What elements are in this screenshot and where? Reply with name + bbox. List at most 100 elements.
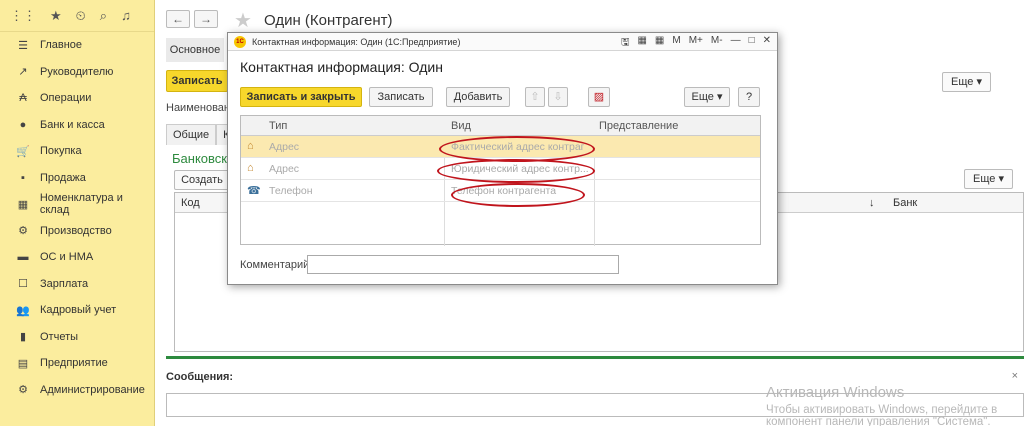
sidebar-item-label: Операции xyxy=(40,92,92,105)
sidebar-item-label: Предприятие xyxy=(40,357,108,370)
production-icon: ⚙ xyxy=(18,225,28,238)
dialog-window-title: Контактная информация: Один (1С:Предприя… xyxy=(252,36,461,47)
sidebar-item-label: Администрирование xyxy=(40,383,145,396)
dialog-titlebar: 1С Контактная информация: Один (1С:Предп… xyxy=(228,33,777,51)
maximize-icon[interactable]: □ xyxy=(749,35,755,52)
activation-line-1: Чтобы активировать Windows, перейдите в xyxy=(766,404,998,416)
add-button[interactable]: Добавить xyxy=(446,87,510,107)
1c-logo-icon: 1С xyxy=(234,35,246,48)
sidebar-item-operations[interactable]: ₳ Операции xyxy=(0,85,154,112)
memory-minus-icon[interactable]: M- xyxy=(711,35,723,52)
highlight-ellipse xyxy=(451,183,585,207)
sidebar: ⋮⋮ ★ ⏲ ⌕ ♫ ☰ Главное ↗ Руководителю ₳ Операци… xyxy=(0,0,155,426)
sidebar-item-salary[interactable]: ☐ Зарплата xyxy=(0,271,154,298)
col-type[interactable]: Тип xyxy=(269,120,287,132)
messages-label: Сообщения: xyxy=(166,371,234,383)
calendar-icon[interactable]: ▦ xyxy=(655,35,664,52)
sidebar-item-enterprise[interactable]: ▤ Предприятие xyxy=(0,350,154,377)
page-title: Один (Контрагент) xyxy=(264,12,393,29)
save-close-button[interactable]: Записать и закрыть xyxy=(240,87,362,107)
sidebar-item-main[interactable]: ☰ Главное xyxy=(0,32,154,59)
bell-icon[interactable]: ♫ xyxy=(121,8,131,23)
grid-icon[interactable]: ⋮⋮ xyxy=(10,8,36,24)
activation-title: Активация Windows xyxy=(766,384,905,401)
move-up-button[interactable]: ⇧ xyxy=(525,87,545,107)
clear-button[interactable]: ▨ xyxy=(588,87,610,107)
memory-icon[interactable]: M xyxy=(672,35,680,52)
house-icon: ⌂ xyxy=(247,162,254,174)
sidebar-item-label: Производство xyxy=(40,224,112,237)
tab-general[interactable]: Общие xyxy=(166,124,217,145)
sidebar-item-hr[interactable]: 👥 Кадровый учет xyxy=(0,297,154,324)
titlebar-icons: 🖫 ▦ ▦ M M+ M- — □ ✕ xyxy=(621,35,771,52)
col-representation[interactable]: Представление xyxy=(599,120,678,132)
sidebar-item-manager[interactable]: ↗ Руководителю xyxy=(0,59,154,86)
save-button[interactable]: Записать xyxy=(166,70,228,92)
calculator-icon[interactable]: ▦ xyxy=(637,35,646,52)
col-kind[interactable]: Вид xyxy=(451,120,471,132)
col-bank[interactable]: Банк xyxy=(893,197,917,209)
salary-icon: ☐ xyxy=(18,278,28,291)
manager-icon: ↗ xyxy=(18,66,28,79)
search-icon[interactable]: ⌕ xyxy=(100,8,107,24)
sidebar-item-bank-cash[interactable]: ● Банк и касса xyxy=(0,112,154,139)
sidebar-item-label: ОС и НМА xyxy=(40,251,94,264)
minimize-icon[interactable]: — xyxy=(731,35,741,52)
sidebar-item-label: Банк и касса xyxy=(40,118,105,131)
close-window-icon[interactable]: ✕ xyxy=(763,35,771,52)
sidebar-item-label: Зарплата xyxy=(40,277,89,290)
hr-icon: 👥 xyxy=(16,304,30,317)
main-icon: ☰ xyxy=(18,39,28,52)
sidebar-item-production[interactable]: ⚙ Производство xyxy=(0,218,154,245)
tab-main[interactable]: Основное xyxy=(166,38,224,62)
star-icon[interactable]: ★ xyxy=(50,8,62,24)
comment-label: Комментарий: xyxy=(240,259,313,271)
contact-table: Тип Вид Представление ⌂ Адрес Фактически… xyxy=(240,115,761,246)
purchases-icon: 🛒 xyxy=(16,145,30,158)
close-icon[interactable]: × xyxy=(1012,370,1018,382)
more-button-top[interactable]: Еще ▾ xyxy=(942,72,991,92)
help-button[interactable]: ? xyxy=(738,87,760,107)
table-header: Тип Вид Представление xyxy=(241,116,760,136)
col-code[interactable]: Код xyxy=(181,197,200,209)
history-icon[interactable]: ⏲ xyxy=(76,8,86,24)
sidebar-item-label: Номенклатура и склад xyxy=(39,192,123,217)
sidebar-item-label: Отчеты xyxy=(40,330,79,343)
sidebar-item-label: Продажа xyxy=(40,171,86,184)
sidebar-item-label: Главное xyxy=(40,39,83,52)
more-button-grid[interactable]: Еще ▾ xyxy=(964,169,1013,189)
sidebar-item-administration[interactable]: ⚙ Администрирование xyxy=(0,377,154,404)
back-button[interactable]: ← xyxy=(166,10,190,28)
sort-icon[interactable]: ↓ xyxy=(869,197,875,209)
nomenclature-icon: ▦ xyxy=(17,198,29,211)
house-icon: ⌂ xyxy=(247,140,254,152)
sidebar-toolbar: ⋮⋮ ★ ⏲ ⌕ ♫ xyxy=(0,0,154,32)
bank-accounts-title: Банковск xyxy=(172,151,227,166)
comment-input[interactable] xyxy=(307,255,619,274)
operations-icon: ₳ xyxy=(19,92,27,105)
name-label: Наименовани xyxy=(166,102,237,114)
create-button[interactable]: Создать xyxy=(174,170,230,190)
sidebar-item-purchases[interactable]: 🛒 Покупка xyxy=(0,138,154,165)
form-tabs: Общие К xyxy=(166,124,237,145)
print-icon[interactable]: 🖫 xyxy=(621,35,630,52)
contact-info-dialog: 1С Контактная информация: Один (1С:Предп… xyxy=(227,32,778,285)
sidebar-item-label: Руководителю xyxy=(40,65,114,78)
dialog-save-button[interactable]: Записать xyxy=(369,87,433,107)
row-type: Адрес xyxy=(269,141,300,153)
forward-button[interactable]: → xyxy=(194,10,218,28)
row-type: Адрес xyxy=(269,163,300,175)
move-down-button[interactable]: ⇩ xyxy=(548,87,568,107)
sidebar-item-label: Кадровый учет xyxy=(40,304,117,317)
sidebar-item-assets[interactable]: ▬ ОС и НМА xyxy=(0,244,154,271)
reports-icon: ▮ xyxy=(19,331,27,344)
administration-icon: ⚙ xyxy=(18,384,28,397)
favorite-star-icon[interactable]: ★ xyxy=(234,8,252,33)
row-type: Телефон xyxy=(269,185,313,197)
sidebar-item-nomenclature[interactable]: ▦ Номенклатура и склад xyxy=(0,191,154,218)
sidebar-item-reports[interactable]: ▮ Отчеты xyxy=(0,324,154,351)
highlight-ellipse xyxy=(437,159,595,183)
memory-plus-icon[interactable]: M+ xyxy=(689,35,703,52)
dialog-more-button[interactable]: Еще ▾ xyxy=(684,87,730,107)
sidebar-item-sales[interactable]: ▪ Продажа xyxy=(0,165,154,192)
